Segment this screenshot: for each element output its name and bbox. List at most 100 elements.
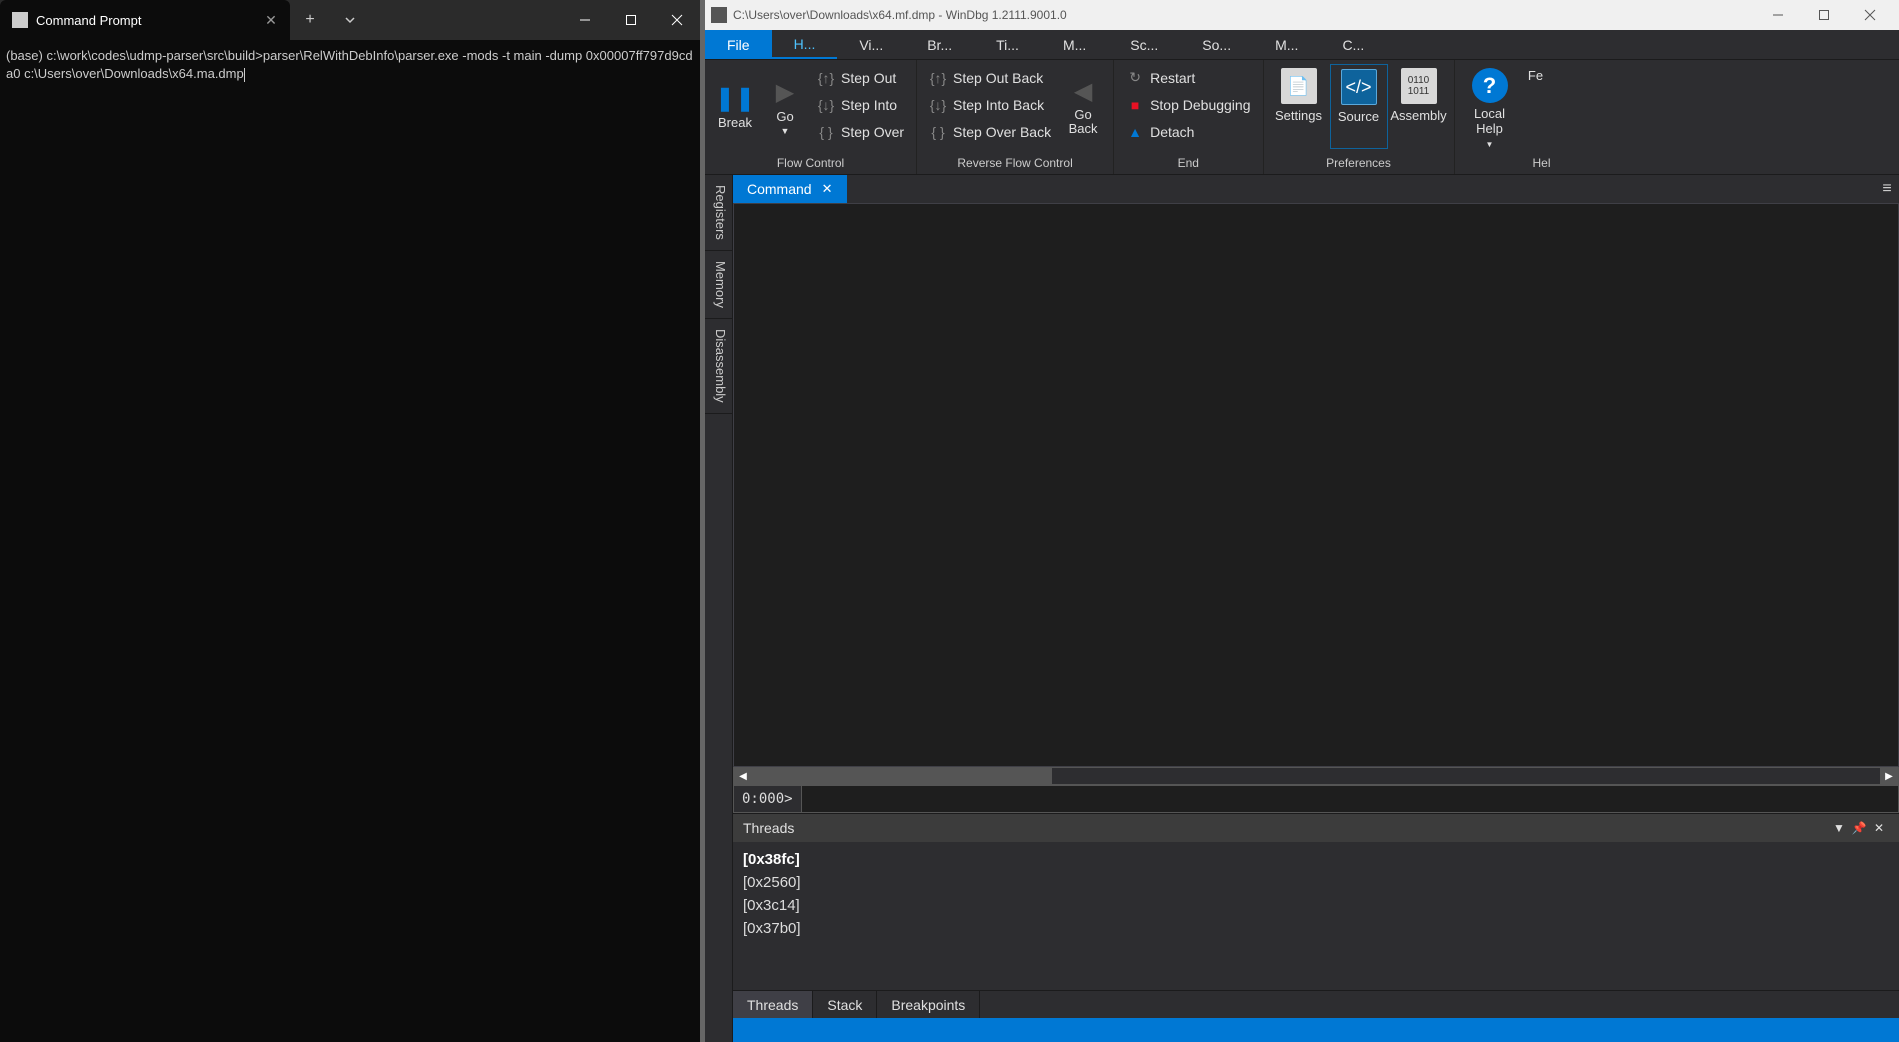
help-icon: ? — [1472, 68, 1508, 103]
command-prompt-row: 0:000> — [733, 785, 1899, 813]
assembly-button[interactable]: 01101011 Assembly — [1390, 64, 1448, 149]
command-input[interactable] — [802, 786, 1898, 812]
ribbon-tab-model[interactable]: M... — [1041, 30, 1108, 59]
side-tab-registers[interactable]: Registers — [705, 175, 732, 251]
command-output-area[interactable] — [733, 203, 1899, 767]
ribbon-tab-command[interactable]: C... — [1320, 30, 1386, 59]
close-window-button[interactable] — [654, 0, 700, 40]
ribbon-group-reverse-flow: {↑}Step Out Back {↓}Step Into Back { }St… — [917, 60, 1114, 174]
windbg-title: C:\Users\over\Downloads\x64.mf.dmp - Win… — [733, 8, 1749, 22]
side-tab-disassembly[interactable]: Disassembly — [705, 319, 732, 414]
step-out-back-icon: {↑} — [929, 70, 947, 86]
source-icon: </> — [1341, 69, 1377, 105]
ribbon-tab-memory[interactable]: M... — [1253, 30, 1320, 59]
ribbon-group-label: End — [1120, 154, 1256, 172]
side-tab-strip: Registers Memory Disassembly — [705, 175, 733, 1042]
close-tab-icon[interactable]: ✕ — [822, 181, 833, 197]
bottom-tab-threads[interactable]: Threads — [733, 991, 813, 1018]
source-button[interactable]: </> Source — [1330, 64, 1388, 149]
minimize-button[interactable] — [1755, 0, 1801, 30]
ribbon-tab-view[interactable]: Vi... — [837, 30, 905, 59]
status-bar — [733, 1018, 1899, 1042]
ribbon-tab-file[interactable]: File — [705, 30, 772, 59]
ribbon-group-preferences: 📄 Settings </> Source 01101011 Assembly … — [1264, 60, 1455, 174]
play-icon: ▶ — [776, 78, 794, 107]
step-into-back-button[interactable]: {↓}Step Into Back — [923, 91, 1057, 118]
close-tab-icon[interactable]: ✕ — [264, 13, 278, 27]
step-out-back-button[interactable]: {↑}Step Out Back — [923, 64, 1057, 91]
step-out-icon: {↑} — [817, 70, 835, 86]
ribbon-tab-timelines[interactable]: Ti... — [974, 30, 1041, 59]
settings-button[interactable]: 📄 Settings — [1270, 64, 1328, 149]
pin-icon[interactable]: 📌 — [1849, 821, 1869, 835]
break-button[interactable]: ❚❚ Break — [711, 64, 759, 149]
chevron-down-icon: ▼ — [1486, 140, 1494, 149]
horizontal-scrollbar[interactable]: ◀ ▶ — [733, 767, 1899, 785]
step-out-button[interactable]: {↑}Step Out — [811, 64, 910, 91]
thread-item[interactable]: [0x2560] — [743, 871, 1889, 894]
bottom-tab-stack[interactable]: Stack — [813, 991, 877, 1018]
maximize-button[interactable] — [1801, 0, 1847, 30]
minimize-button[interactable] — [562, 0, 608, 40]
close-window-button[interactable] — [1847, 0, 1893, 30]
maximize-button[interactable] — [608, 0, 654, 40]
ribbon-group-flow-control: ❚❚ Break ▶ Go ▼ {↑}Step Out {↓}Step Into… — [705, 60, 917, 174]
bottom-tab-breakpoints[interactable]: Breakpoints — [877, 991, 980, 1018]
step-over-icon: { } — [817, 124, 835, 140]
detach-icon: ▲ — [1126, 124, 1144, 140]
play-reverse-icon: ◀ — [1074, 77, 1092, 106]
ribbon-tab-home[interactable]: H... — [772, 30, 838, 59]
ribbon-tab-source[interactable]: So... — [1180, 30, 1253, 59]
threads-panel-header: Threads ▼ 📌 ✕ — [733, 814, 1899, 842]
command-tab[interactable]: Command ✕ — [733, 175, 847, 203]
stop-debugging-button[interactable]: ■Stop Debugging — [1120, 91, 1256, 118]
scroll-track[interactable] — [752, 768, 1880, 784]
new-tab-button[interactable]: + — [290, 0, 330, 40]
command-panel-tabs: Command ✕ ≡ — [733, 175, 1899, 203]
ribbon-group-label: Preferences — [1270, 154, 1448, 172]
step-over-back-button[interactable]: { }Step Over Back — [923, 118, 1057, 145]
ribbon-group-help: ? Local Help ▼ Fe Hel — [1455, 60, 1557, 174]
go-back-button[interactable]: ◀ Go Back — [1059, 64, 1107, 149]
command-prompt-window: Command Prompt ✕ + (base) c:\work\codes\… — [0, 0, 700, 1042]
windbg-content: Command ✕ ≡ ◀ ▶ 0:000> — [733, 175, 1899, 1042]
scroll-right-arrow[interactable]: ▶ — [1880, 768, 1898, 784]
windbg-window: C:\Users\over\Downloads\x64.mf.dmp - Win… — [705, 0, 1899, 1042]
cmd-titlebar: Command Prompt ✕ + — [0, 0, 700, 40]
panel-menu-icon[interactable]: ≡ — [1875, 175, 1899, 203]
stop-icon: ■ — [1126, 97, 1144, 113]
step-into-button[interactable]: {↓}Step Into — [811, 91, 910, 118]
restart-button[interactable]: ↻Restart — [1120, 64, 1256, 91]
dropdown-icon[interactable]: ▼ — [1829, 821, 1849, 835]
step-over-button[interactable]: { }Step Over — [811, 118, 910, 145]
windbg-main: Registers Memory Disassembly Command ✕ ≡… — [705, 175, 1899, 1042]
thread-item[interactable]: [0x3c14] — [743, 894, 1889, 917]
scroll-left-arrow[interactable]: ◀ — [734, 768, 752, 784]
cmd-tab[interactable]: Command Prompt ✕ — [0, 0, 290, 40]
ribbon-tab-scripting[interactable]: Sc... — [1108, 30, 1180, 59]
thread-item[interactable]: [0x38fc] — [743, 848, 1889, 871]
detach-button[interactable]: ▲Detach — [1120, 118, 1256, 145]
threads-list: [0x38fc] [0x2560] [0x3c14] [0x37b0] — [733, 842, 1899, 990]
windbg-app-icon — [711, 7, 727, 23]
assembly-icon: 01101011 — [1401, 68, 1437, 104]
threads-panel: Threads ▼ 📌 ✕ [0x38fc] [0x2560] [0x3c14]… — [733, 813, 1899, 1018]
ribbon-tab-strip: File H... Vi... Br... Ti... M... Sc... S… — [705, 30, 1899, 60]
command-panel: Command ✕ ≡ ◀ ▶ 0:000> — [733, 175, 1899, 813]
ribbon-group-label: Flow Control — [711, 154, 910, 172]
step-into-icon: {↓} — [817, 97, 835, 113]
feedback-button[interactable]: Fe — [1521, 64, 1551, 149]
tab-dropdown-button[interactable] — [330, 0, 370, 40]
close-panel-icon[interactable]: ✕ — [1869, 821, 1889, 835]
side-tab-memory[interactable]: Memory — [705, 251, 732, 319]
ribbon-tab-breakpoints[interactable]: Br... — [905, 30, 974, 59]
restart-icon: ↻ — [1126, 69, 1144, 86]
terminal-output[interactable]: (base) c:\work\codes\udmp-parser\src\bui… — [0, 40, 700, 1042]
windbg-titlebar: C:\Users\over\Downloads\x64.mf.dmp - Win… — [705, 0, 1899, 30]
go-button[interactable]: ▶ Go ▼ — [761, 64, 809, 149]
scroll-thumb[interactable] — [752, 768, 1052, 784]
local-help-button[interactable]: ? Local Help ▼ — [1461, 64, 1519, 149]
thread-item[interactable]: [0x37b0] — [743, 917, 1889, 940]
cursor — [244, 68, 245, 82]
pause-icon: ❚❚ — [715, 84, 755, 113]
